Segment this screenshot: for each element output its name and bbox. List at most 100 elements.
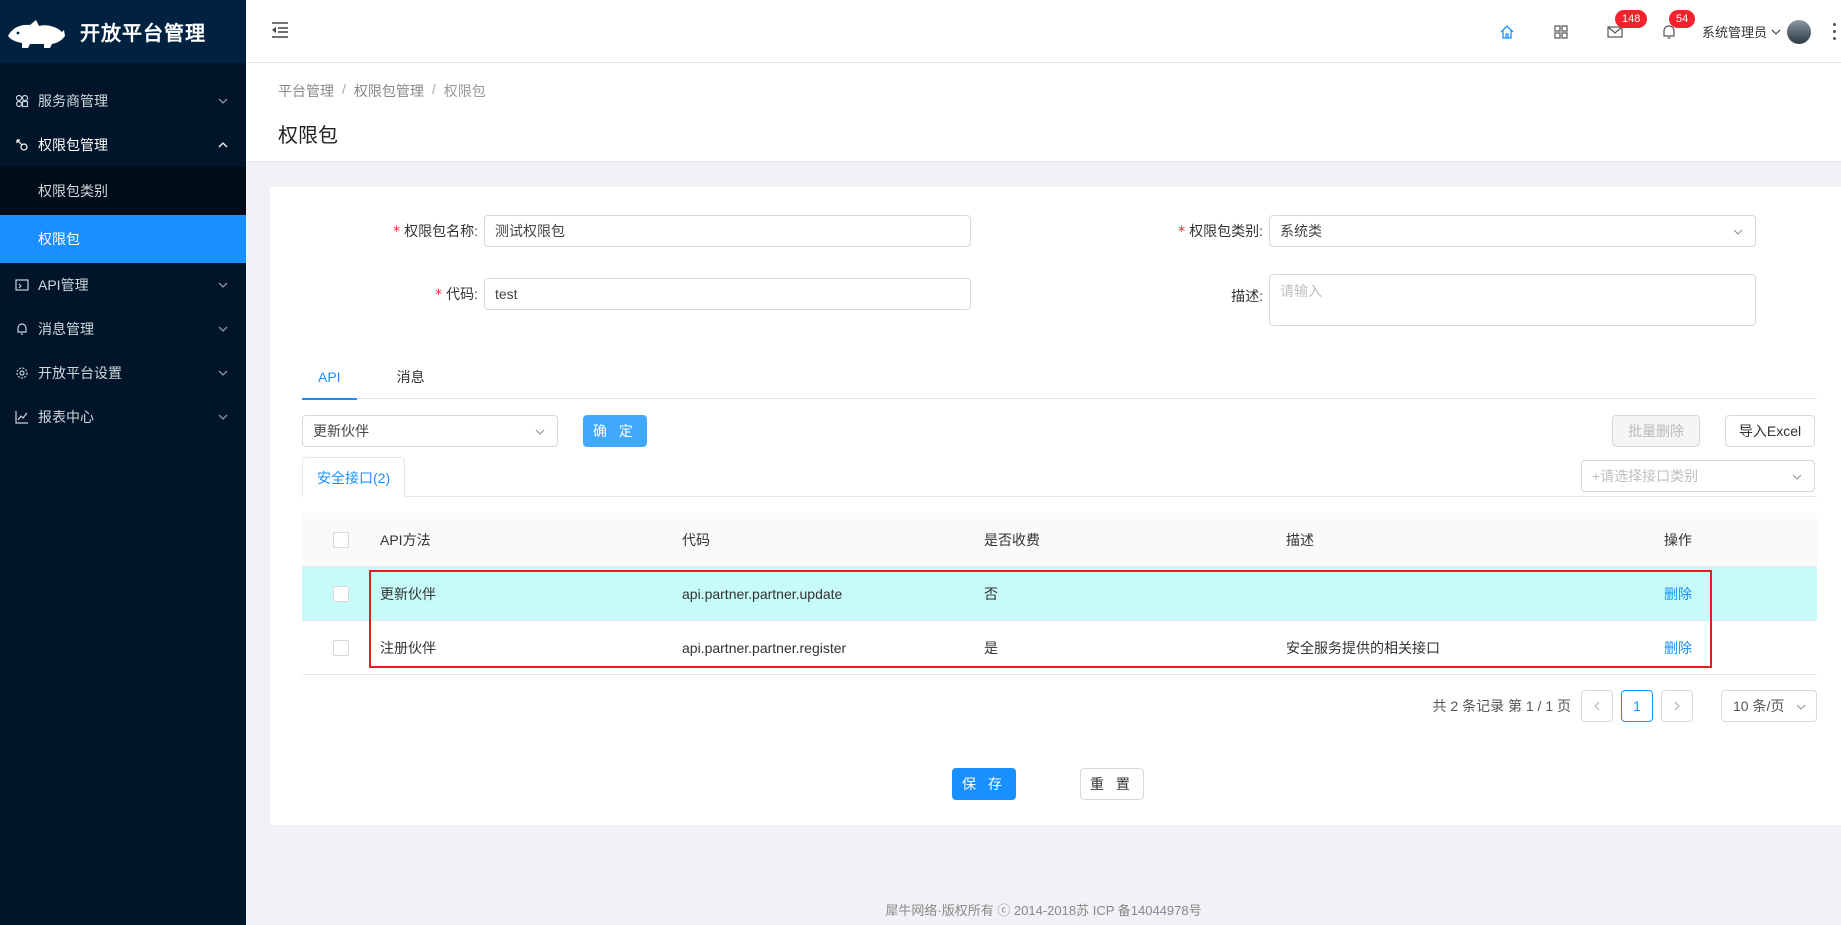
chevron-down-icon bbox=[218, 282, 228, 288]
chevron-down-icon bbox=[218, 98, 228, 104]
sidebar-item-report[interactable]: 报表中心 bbox=[0, 395, 246, 439]
more-options-icon[interactable] bbox=[1831, 22, 1837, 42]
chevron-down-icon bbox=[1771, 29, 1781, 35]
code-icon bbox=[14, 277, 30, 293]
menu-fold-icon[interactable] bbox=[270, 20, 290, 40]
chevron-right-icon bbox=[1674, 701, 1680, 711]
cell-code: api.partner.partner.register bbox=[682, 639, 847, 656]
submenu: 权限包类别 权限包 bbox=[0, 167, 246, 263]
footer: 犀牛网络·版权所有 ⓒ 2014-2018苏 ICP 备14044978号 bbox=[885, 903, 1202, 918]
grid-icon bbox=[1554, 24, 1568, 39]
breadcrumb-separator: / bbox=[431, 81, 436, 97]
col-code: 代码 bbox=[682, 531, 710, 548]
sidebar-item-label: 权限包管理 bbox=[38, 137, 108, 153]
key-icon bbox=[14, 137, 30, 153]
api-category-select[interactable]: +请选择接口类别 bbox=[1581, 460, 1815, 492]
chevron-up-icon bbox=[218, 142, 228, 148]
sidebar: 开放平台管理 服务商管理 权限包管理 权限包类别 权限包 API管理 消息管理 … bbox=[0, 0, 246, 925]
category-select-value: 系统类 bbox=[1280, 223, 1322, 239]
breadcrumb: 平台管理 / 权限包管理 / 权限包 bbox=[278, 81, 486, 101]
reset-button[interactable]: 重 置 bbox=[1080, 768, 1144, 800]
top-header: 148 54 系统管理员 bbox=[246, 0, 1841, 63]
sidebar-menu: 服务商管理 权限包管理 权限包类别 权限包 API管理 消息管理 开放平台设置 … bbox=[0, 79, 246, 439]
tab-security-api[interactable]: 安全接口(2) bbox=[302, 457, 406, 498]
name-label: * 权限包名称: bbox=[393, 223, 478, 240]
chevron-down-icon bbox=[535, 429, 545, 435]
sidebar-subitem-permission-pkg[interactable]: 权限包 bbox=[0, 215, 246, 263]
col-desc: 描述 bbox=[1286, 531, 1314, 548]
chevron-down-icon bbox=[1792, 474, 1802, 480]
home-button[interactable] bbox=[1480, 0, 1534, 63]
chevron-down-icon bbox=[218, 326, 228, 332]
logo[interactable]: 开放平台管理 bbox=[0, 0, 246, 63]
api-select[interactable]: 更新伙伴 bbox=[302, 415, 558, 447]
delete-link[interactable]: 删除 bbox=[1664, 640, 1692, 656]
confirm-button[interactable]: 确 定 bbox=[583, 415, 647, 447]
name-input[interactable]: 测试权限包 bbox=[484, 215, 971, 247]
save-button[interactable]: 保 存 bbox=[952, 768, 1016, 800]
user-name: 系统管理员 bbox=[1701, 25, 1767, 40]
chevron-left-icon bbox=[1594, 701, 1600, 711]
page-size-value: 10 条/页 bbox=[1733, 698, 1785, 714]
select-all-checkbox[interactable] bbox=[333, 531, 349, 548]
category-label: * 权限包类别: bbox=[1178, 223, 1263, 240]
notify-count-badge: 54 bbox=[1668, 10, 1696, 28]
form-row-code: * 代码: test bbox=[270, 278, 971, 310]
api-category-placeholder: +请选择接口类别 bbox=[1592, 468, 1699, 484]
page-size-select[interactable]: 10 条/页 bbox=[1721, 690, 1817, 722]
row-checkbox[interactable] bbox=[333, 639, 349, 656]
col-fee: 是否收费 bbox=[984, 531, 1040, 548]
avatar[interactable] bbox=[1787, 19, 1811, 44]
breadcrumb-item[interactable]: 平台管理 bbox=[278, 81, 334, 101]
bell-icon bbox=[14, 321, 30, 337]
import-excel-button[interactable]: 导入Excel bbox=[1725, 415, 1815, 447]
delete-link[interactable]: 删除 bbox=[1664, 586, 1692, 602]
col-method: API方法 bbox=[380, 531, 431, 548]
chevron-down-icon bbox=[218, 414, 228, 420]
home-icon bbox=[1500, 24, 1514, 39]
sidebar-item-message[interactable]: 消息管理 bbox=[0, 307, 246, 351]
cell-desc: 安全服务提供的相关接口 bbox=[1286, 639, 1440, 656]
chevron-down-icon bbox=[1796, 704, 1806, 710]
chart-icon bbox=[14, 409, 30, 425]
sidebar-item-provider[interactable]: 服务商管理 bbox=[0, 79, 246, 123]
chevron-down-icon bbox=[1733, 229, 1743, 235]
apps-button[interactable] bbox=[1534, 0, 1588, 63]
mail-button[interactable]: 148 bbox=[1588, 0, 1648, 63]
table-row[interactable]: 更新伙伴 api.partner.partner.update 否 删除 bbox=[302, 567, 1817, 621]
notification-button[interactable]: 54 bbox=[1642, 0, 1696, 63]
code-input[interactable]: test bbox=[484, 278, 971, 310]
sidebar-item-label: 开放平台设置 bbox=[38, 365, 122, 381]
breadcrumb-separator: / bbox=[342, 81, 346, 97]
sidebar-item-label: 报表中心 bbox=[38, 409, 94, 425]
breadcrumb-item[interactable]: 权限包管理 bbox=[354, 81, 424, 101]
content-card: * 权限包名称: 测试权限包 * 权限包类别: 系统类 * 代码: test 描述: … bbox=[270, 187, 1841, 825]
sidebar-subitem-category[interactable]: 权限包类别 bbox=[0, 167, 246, 215]
row-checkbox[interactable] bbox=[333, 585, 349, 602]
next-page-button[interactable] bbox=[1661, 690, 1693, 722]
col-op: 操作 bbox=[1664, 531, 1692, 548]
code-label: * 代码: bbox=[435, 286, 478, 303]
sidebar-item-permission-pkg[interactable]: 权限包管理 bbox=[0, 123, 246, 167]
table-header: API方法 代码 是否收费 描述 操作 bbox=[302, 513, 1817, 567]
gear-icon bbox=[14, 365, 30, 381]
group-icon bbox=[14, 93, 30, 109]
chevron-down-icon bbox=[218, 370, 228, 376]
pagination: 共 2 条记录 第 1 / 1 页 1 10 条/页 bbox=[1433, 690, 1817, 722]
sidebar-item-label: 服务商管理 bbox=[38, 93, 108, 109]
prev-page-button[interactable] bbox=[1581, 690, 1613, 722]
user-menu[interactable]: 系统管理员 bbox=[1701, 19, 1811, 44]
sidebar-item-label: 消息管理 bbox=[38, 321, 94, 337]
tab-message[interactable]: 消息 bbox=[381, 355, 441, 399]
api-table: API方法 代码 是否收费 描述 操作 更新伙伴 api.partner.par… bbox=[302, 513, 1817, 675]
sidebar-item-settings[interactable]: 开放平台设置 bbox=[0, 351, 246, 395]
desc-textarea[interactable]: 请输入 bbox=[1269, 274, 1756, 326]
batch-delete-button[interactable]: 批量删除 bbox=[1612, 415, 1700, 447]
category-select[interactable]: 系统类 bbox=[1269, 215, 1756, 247]
page-number[interactable]: 1 bbox=[1621, 690, 1653, 722]
sidebar-item-api[interactable]: API管理 bbox=[0, 263, 246, 307]
app-title: 开放平台管理 bbox=[80, 23, 206, 45]
cell-fee: 否 bbox=[984, 585, 998, 602]
tab-api[interactable]: API bbox=[302, 355, 357, 400]
table-row[interactable]: 注册伙伴 api.partner.partner.register 是 安全服务… bbox=[302, 621, 1817, 675]
